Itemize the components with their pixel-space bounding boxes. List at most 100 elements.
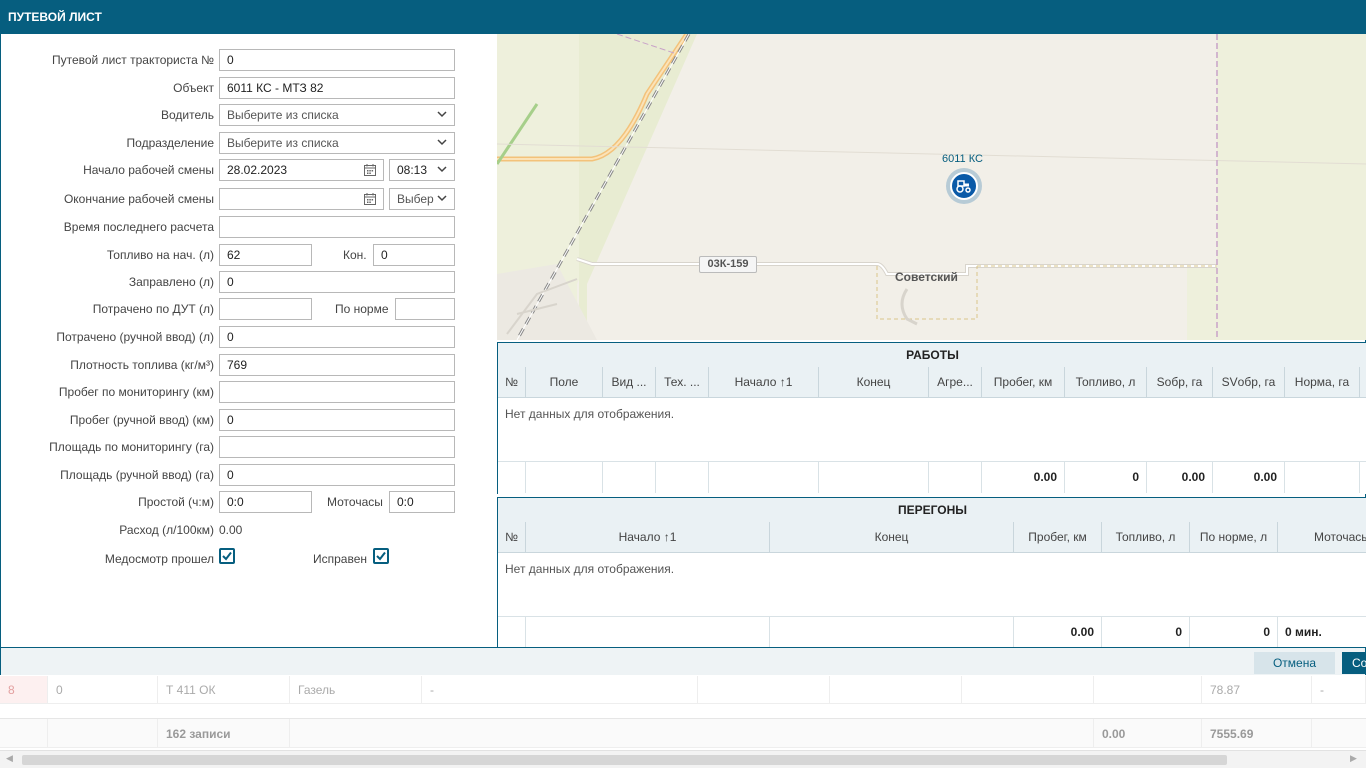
town-label: Советский	[895, 270, 958, 284]
waybill-dialog: ПУТЕВОЙ ЛИСТ Путевой лист тракториста № …	[0, 0, 1366, 675]
col-mileage[interactable]: Пробег, км	[982, 367, 1065, 398]
shift-end-time-select[interactable]: Выбер	[389, 188, 455, 210]
table-row[interactable]: 8 0 Т 411 ОК Газель - 78.87 -	[0, 676, 1366, 704]
col-tech[interactable]: Тех. ...	[656, 367, 709, 398]
vehicle-marker[interactable]	[946, 168, 982, 204]
cancel-button[interactable]: Отмена	[1254, 652, 1335, 674]
map-canvas	[497, 34, 1366, 340]
col-start[interactable]: Начало ↑1	[526, 522, 770, 553]
last-calc-input[interactable]	[219, 216, 455, 238]
row-cell: 78.87	[1202, 676, 1312, 703]
area-manual-label: Площадь (ручной ввод) (га)	[60, 468, 214, 482]
works-header: № Поле Вид ... Тех. ... Начало ↑1 Конец …	[498, 367, 1366, 398]
map-view[interactable]: 03К-159 Советский 6011 КС	[497, 34, 1366, 340]
col-start[interactable]: Начало ↑1	[709, 367, 819, 398]
col-end[interactable]: Конец	[770, 522, 1014, 553]
works-total-s-obr: 0.00	[1147, 462, 1213, 493]
form-row-shift-end: Окончание рабочей смены Выбер	[1, 188, 497, 210]
form-row-consumption: Расход (л/100км) 0.00	[1, 519, 497, 541]
serviceable-checkbox[interactable]	[373, 548, 389, 564]
row-cell: -	[422, 676, 698, 703]
fuel-start-input[interactable]: 62	[219, 244, 312, 266]
moto-input[interactable]: 0:0	[389, 491, 455, 513]
fuel-end-input[interactable]: 0	[373, 244, 455, 266]
division-label: Подразделение	[126, 136, 214, 150]
row-number: 8	[0, 676, 48, 703]
waybill-number-input[interactable]: 0	[219, 49, 455, 71]
calendar-icon[interactable]	[363, 163, 377, 177]
works-total-fuel: 0	[1065, 462, 1147, 493]
shift-start-date-input[interactable]: 28.02.2023	[219, 159, 384, 181]
area-mon-input[interactable]	[219, 436, 455, 458]
shift-end-time-value: Выбер	[397, 192, 434, 206]
form-row-density: Плотность топлива (кг/м³) 769	[1, 354, 497, 376]
mileage-mon-input[interactable]	[219, 381, 455, 403]
calendar-icon[interactable]	[363, 192, 377, 206]
idle-input[interactable]: 0:0	[219, 491, 312, 513]
horizontal-scrollbar[interactable]: ◀ ▶	[0, 750, 1366, 768]
works-empty-message: Нет данных для отображения.	[498, 398, 1366, 462]
area-mon-label: Площадь по мониторингу (га)	[49, 440, 214, 454]
chevron-down-icon	[437, 166, 447, 173]
consumption-label: Расход (л/100км)	[119, 523, 214, 537]
refueled-input[interactable]: 0	[219, 271, 455, 293]
col-number[interactable]: №	[498, 522, 526, 553]
row-cell: 0	[48, 676, 158, 703]
shift-start-time-select[interactable]: 08:13	[389, 159, 455, 181]
form-row-shift-start: Начало рабочей смены 28.02.2023 08:13	[1, 159, 497, 181]
save-button[interactable]: Со	[1342, 652, 1366, 674]
transfers-footer: 0.00 0 0 0 мин.	[498, 617, 1366, 647]
medcheck-checkbox[interactable]	[219, 548, 235, 564]
col-number[interactable]: №	[498, 367, 526, 398]
form-row-checks: Медосмотр прошел Исправен	[1, 548, 497, 570]
spent-manual-input[interactable]: 0	[219, 326, 455, 348]
mileage-manual-input[interactable]: 0	[219, 409, 455, 431]
shift-start-time-value: 08:13	[397, 163, 428, 177]
col-aggregate[interactable]: Агре...	[929, 367, 982, 398]
col-sv-obr[interactable]: SVобр, га	[1213, 367, 1285, 398]
driver-select[interactable]: Выберите из списка	[219, 104, 455, 126]
col-norm[interactable]: Норма, га	[1285, 367, 1360, 398]
refueled-label: Заправлено (л)	[128, 275, 214, 289]
division-select-value: Выберите из списка	[227, 136, 339, 150]
col-s-obr[interactable]: Sобр, га	[1147, 367, 1213, 398]
col-norm[interactable]: По норме, л	[1190, 522, 1278, 553]
division-select[interactable]: Выберите из списка	[219, 132, 455, 154]
form-row-idle: Простой (ч:м) 0:0 Моточасы 0:0	[1, 491, 497, 513]
col-end[interactable]: Конец	[819, 367, 929, 398]
moto-label: Моточасы	[327, 495, 383, 509]
form-row-last-calc: Время последнего расчета	[1, 216, 497, 238]
table-row[interactable]	[0, 704, 1366, 718]
records-count: 162 записи	[158, 719, 290, 747]
spent-dut-input[interactable]	[219, 298, 312, 320]
col-fuel[interactable]: Топливо, л	[1102, 522, 1190, 553]
row-cell: -	[1312, 676, 1366, 703]
col-fuel[interactable]: Топливо, л	[1065, 367, 1147, 398]
scroll-left-icon[interactable]: ◀	[6, 753, 13, 764]
object-input[interactable]: 6011 КС - МТЗ 82	[219, 77, 455, 99]
col-work-type[interactable]: Вид ...	[603, 367, 656, 398]
col-field[interactable]: Поле	[526, 367, 603, 398]
density-input[interactable]: 769	[219, 354, 455, 376]
density-label: Плотность топлива (кг/м³)	[70, 358, 214, 372]
scrollbar-thumb[interactable]	[22, 755, 1227, 765]
scroll-right-icon[interactable]: ▶	[1350, 753, 1357, 764]
shift-start-label: Начало рабочей смены	[83, 163, 214, 177]
transfers-total-fuel: 0	[1102, 617, 1190, 647]
transfers-empty-message: Нет данных для отображения.	[498, 553, 1366, 617]
serviceable-label: Исправен	[313, 552, 368, 566]
works-title: РАБОТЫ	[498, 343, 1366, 367]
form-row-driver: Водитель Выберите из списка	[1, 104, 497, 126]
area-manual-input[interactable]: 0	[219, 464, 455, 486]
driver-select-value: Выберите из списка	[227, 108, 339, 122]
col-moto[interactable]: Моточасы	[1278, 522, 1366, 553]
shift-end-date-input[interactable]	[219, 188, 384, 210]
footer-sum: 0.00	[1094, 719, 1202, 747]
col-mileage[interactable]: Пробег, км	[1014, 522, 1102, 553]
footer-sum: 7555.69	[1202, 719, 1312, 747]
row-cell	[830, 676, 962, 703]
fuel-end-label: Кон.	[343, 248, 367, 262]
transfers-header: № Начало ↑1 Конец Пробег, км Топливо, л …	[498, 522, 1366, 553]
norm-input[interactable]	[395, 298, 455, 320]
table-footer: 162 записи 0.00 7555.69	[0, 718, 1366, 748]
